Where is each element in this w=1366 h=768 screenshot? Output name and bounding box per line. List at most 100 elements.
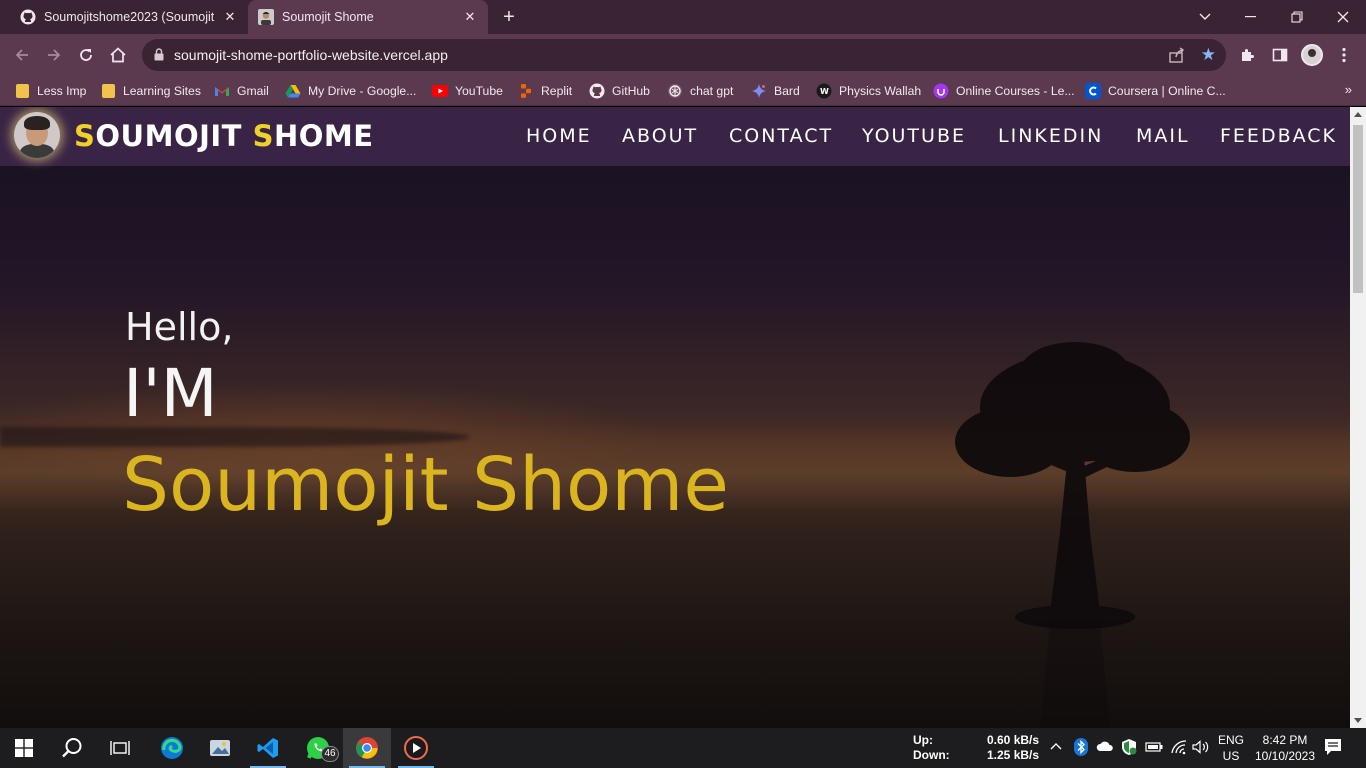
lock-icon[interactable] (154, 48, 164, 66)
coursera-icon (1085, 83, 1101, 99)
net-up-label: Up: (913, 733, 933, 747)
new-tab-button[interactable]: + (498, 6, 520, 28)
search-icon[interactable] (48, 728, 96, 768)
network-speed-values: 0.60 kB/s 1.25 kB/s (987, 733, 1039, 763)
gmail-icon (214, 83, 230, 99)
security-shield-icon[interactable] (1121, 738, 1137, 759)
bookmark-star-icon[interactable]: ★ (1201, 45, 1216, 65)
volume-icon[interactable] (1192, 740, 1210, 757)
bluetooth-icon[interactable] (1074, 738, 1088, 759)
bookmark-label: Gmail (237, 84, 269, 98)
nav-link-mail[interactable]: MAIL (1136, 125, 1190, 147)
back-arrow-icon[interactable] (10, 43, 34, 67)
browser-toolbar: soumojit-shome-portfolio-website.vercel.… (0, 34, 1366, 76)
edge-icon[interactable] (148, 728, 196, 768)
extensions-puzzle-icon[interactable] (1236, 43, 1260, 67)
tab-title: Soumojit Shome (282, 10, 374, 24)
windows-start-icon[interactable] (0, 728, 48, 768)
bookmark-physics-wallah[interactable]: W Physics Wallah (816, 82, 921, 100)
site-logo-text[interactable]: SOUMOJIT SHOME (74, 119, 374, 153)
nav-link-linkedin[interactable]: LINKEDIN (998, 125, 1103, 147)
nav-link-home[interactable]: HOME (526, 125, 592, 147)
profile-avatar[interactable] (1300, 43, 1324, 67)
side-panel-icon[interactable] (1268, 43, 1292, 67)
more-bookmarks-chevron[interactable]: » (1345, 82, 1352, 97)
close-tab-icon[interactable]: ✕ (222, 9, 238, 25)
close-window-icon[interactable] (1320, 0, 1366, 34)
google-drive-icon (285, 83, 301, 99)
whatsapp-unread-badge: 46 (321, 746, 339, 762)
browser-tab-portfolio[interactable]: Soumojit Shome ✕ (248, 0, 488, 34)
page-scrollbar[interactable] (1350, 107, 1366, 728)
replit-icon (518, 83, 534, 99)
whatsapp-icon[interactable]: 46 (294, 728, 342, 768)
nav-link-about[interactable]: ABOUT (622, 125, 698, 147)
bookmark-youtube[interactable]: YouTube (432, 82, 503, 100)
physics-wallah-icon: W (816, 83, 832, 99)
close-tab-icon[interactable]: ✕ (462, 9, 478, 25)
bookmark-replit[interactable]: Replit (518, 82, 572, 100)
battery-icon[interactable] (1145, 741, 1163, 756)
vscode-icon[interactable] (244, 728, 292, 768)
bookmarks-bar: Less Imp Learning Sites Gmail My Drive -… (0, 76, 1366, 106)
browser-menu-icon[interactable] (1332, 43, 1356, 67)
logo-initial: S (252, 119, 274, 153)
forward-arrow-icon[interactable] (42, 43, 66, 67)
profile-photo-logo[interactable] (14, 112, 60, 158)
browser-tab-strip: Soumojitshome2023 (Soumojit S ✕ Soumojit… (0, 0, 1366, 34)
bookmark-less-imp[interactable]: Less Imp (14, 82, 86, 100)
url-text[interactable]: soumojit-shome-portfolio-website.vercel.… (174, 47, 448, 63)
photos-icon[interactable] (196, 728, 244, 768)
network-speed-labels: Up: Down: (913, 733, 950, 763)
net-down-value: 1.25 kB/s (987, 748, 1040, 762)
task-view-icon[interactable] (96, 728, 144, 768)
hero-greeting: Hello, (125, 305, 234, 349)
net-up-value: 0.60 kB/s (987, 733, 1040, 747)
minimize-icon[interactable] (1228, 0, 1274, 34)
show-hidden-icons-chevron-icon[interactable] (1050, 739, 1062, 753)
scroll-down-arrow-icon[interactable] (1354, 718, 1362, 723)
github-icon (589, 83, 605, 99)
address-bar[interactable]: soumojit-shome-portfolio-website.vercel.… (142, 39, 1226, 71)
bookmark-bard[interactable]: Bard (751, 82, 800, 100)
media-player-icon[interactable] (392, 728, 440, 768)
udemy-icon (933, 83, 949, 99)
bookmark-online-courses[interactable]: Online Courses - Le... (933, 82, 1075, 100)
bookmark-coursera[interactable]: Coursera | Online C... (1085, 82, 1226, 100)
chrome-icon[interactable] (343, 728, 391, 768)
bookmark-gmail[interactable]: Gmail (214, 82, 269, 100)
browser-tab-github[interactable]: Soumojitshome2023 (Soumojit S ✕ (10, 0, 248, 34)
input-language-indicator[interactable]: ENG US (1214, 732, 1248, 764)
clock-time: 8:42 PM (1262, 733, 1308, 747)
restore-icon[interactable] (1274, 0, 1320, 34)
bookmark-learning-sites[interactable]: Learning Sites (100, 82, 201, 100)
chatgpt-icon (667, 83, 683, 99)
bookmark-label: My Drive - Google... (308, 84, 417, 98)
bookmark-my-drive[interactable]: My Drive - Google... (285, 82, 416, 100)
profile-photo-icon (258, 9, 274, 25)
bookmark-label: Physics Wallah (839, 84, 922, 98)
nav-link-contact[interactable]: CONTACT (729, 125, 833, 147)
bookmark-github[interactable]: GitHub (589, 82, 650, 100)
bookmark-label: Less Imp (37, 84, 87, 98)
share-icon[interactable] (1168, 46, 1186, 69)
logo-word: OUMOJIT (95, 119, 253, 153)
bookmark-chat-gpt[interactable]: chat gpt (667, 82, 733, 100)
notifications-icon[interactable] (1324, 738, 1342, 759)
language-code: ENG (1217, 733, 1244, 747)
nav-link-youtube[interactable]: YOUTUBE (862, 125, 966, 147)
scroll-up-arrow-icon[interactable] (1354, 112, 1362, 117)
net-down-label: Down: (913, 748, 950, 762)
system-clock[interactable]: 8:42 PM 10/10/2023 (1250, 732, 1320, 764)
bookmark-label: chat gpt (690, 84, 734, 98)
nav-link-feedback[interactable]: FEEDBACK (1220, 125, 1337, 147)
logo-initial: S (74, 119, 96, 153)
github-icon (20, 9, 36, 25)
reload-icon[interactable] (74, 43, 98, 67)
scrollbar-thumb[interactable] (1353, 125, 1363, 293)
home-icon[interactable] (106, 43, 130, 67)
wifi-icon[interactable] (1170, 739, 1188, 758)
onedrive-cloud-icon[interactable] (1096, 740, 1114, 755)
tab-search-chevron-icon[interactable] (1182, 0, 1228, 34)
hero-name: Soumojit Shome (122, 442, 729, 528)
